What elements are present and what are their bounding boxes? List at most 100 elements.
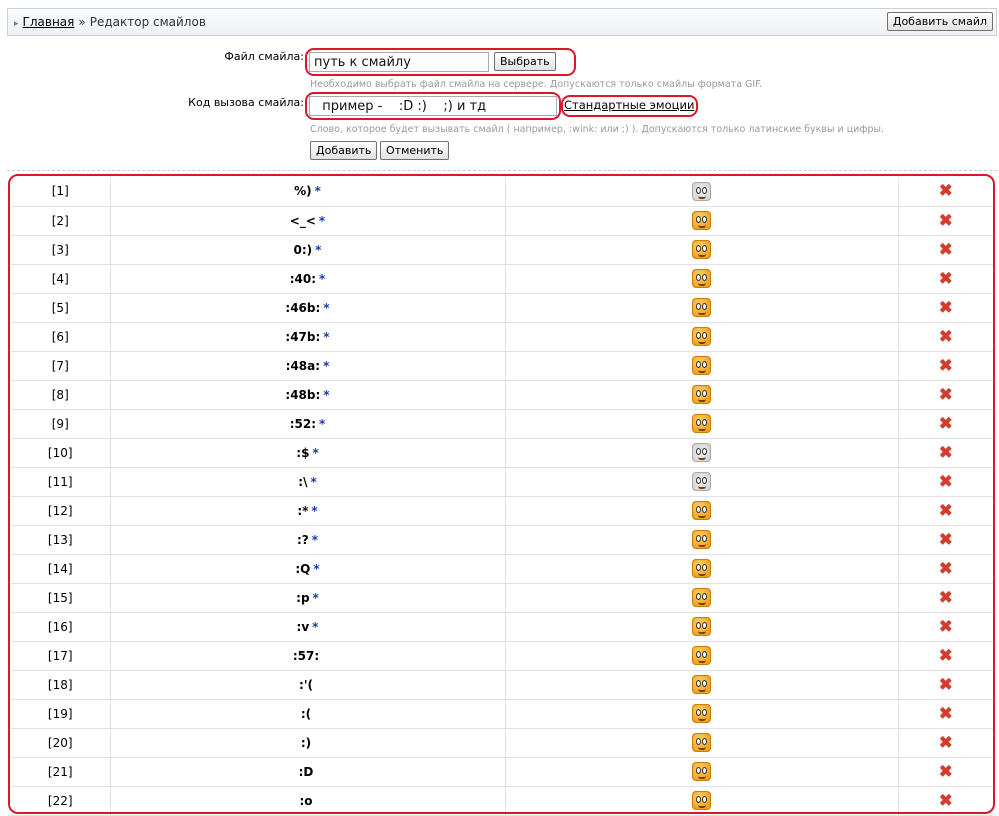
- table-row: [5]:46b: * ✖: [11, 293, 993, 323]
- file-label: Файл смайла:: [224, 50, 304, 63]
- row-number: [3]: [11, 235, 110, 265]
- row-number: [17]: [11, 641, 110, 671]
- table-row: [8]:48b: * ✖: [11, 380, 993, 410]
- delete-cell: ✖: [897, 235, 993, 265]
- delete-icon[interactable]: ✖: [939, 675, 953, 695]
- smiley-icon: [692, 327, 711, 346]
- delete-icon[interactable]: ✖: [939, 530, 953, 550]
- smiley-code-cell: :p *: [109, 583, 505, 613]
- delete-icon[interactable]: ✖: [939, 762, 953, 782]
- smiley-code-cell: :57:: [109, 641, 505, 671]
- breadcrumb: ▸ Главная» Редактор смайлов: [14, 15, 206, 29]
- add-button[interactable]: Добавить: [310, 141, 378, 160]
- default-marker: *: [313, 561, 320, 576]
- smiley-code-cell: :v *: [109, 612, 505, 642]
- row-number: [19]: [11, 699, 110, 729]
- delete-cell: ✖: [897, 438, 993, 468]
- delete-icon[interactable]: ✖: [939, 704, 953, 724]
- smiley-image-cell: [504, 757, 898, 787]
- table-row: [13]:? * ✖: [11, 525, 993, 555]
- smiley-icon: [692, 617, 711, 636]
- delete-icon[interactable]: ✖: [939, 240, 953, 260]
- breadcrumb-current: Редактор смайлов: [89, 15, 206, 29]
- delete-cell: ✖: [897, 554, 993, 584]
- smiley-wink-icon: [692, 414, 711, 433]
- delete-icon[interactable]: ✖: [939, 356, 953, 376]
- smiley-code-cell: :48b: *: [109, 380, 505, 410]
- delete-icon[interactable]: ✖: [939, 385, 953, 405]
- delete-cell: ✖: [897, 351, 993, 381]
- delete-cell: ✖: [897, 699, 993, 729]
- row-number: [22]: [11, 786, 110, 816]
- delete-icon[interactable]: ✖: [939, 617, 953, 637]
- smiley-shout-icon: [692, 791, 711, 810]
- smiley-grin-icon: [692, 762, 711, 781]
- default-marker: *: [312, 590, 319, 605]
- smiley-sad-icon: [692, 704, 711, 723]
- delete-icon[interactable]: ✖: [939, 588, 953, 608]
- delete-icon[interactable]: ✖: [939, 298, 953, 318]
- smiley-code: :47b:: [285, 329, 321, 344]
- smiley-code-cell: %) *: [109, 177, 505, 207]
- delete-cell: ✖: [897, 583, 993, 613]
- standard-emotions-link[interactable]: Стандартные эмоции: [564, 98, 694, 112]
- smiley-image-cell: [504, 786, 898, 816]
- code-input[interactable]: [309, 96, 557, 116]
- delete-icon[interactable]: ✖: [939, 269, 953, 289]
- delete-cell: ✖: [897, 641, 993, 671]
- table-row: [7]:48a: * ✖: [11, 351, 993, 381]
- delete-icon[interactable]: ✖: [939, 559, 953, 579]
- delete-icon[interactable]: ✖: [939, 443, 953, 463]
- smiley-code: :D: [298, 764, 314, 779]
- smiley-code-cell: :\ *: [109, 467, 505, 497]
- delete-cell: ✖: [897, 670, 993, 700]
- breadcrumb-home-link[interactable]: Главная: [23, 15, 75, 29]
- delete-icon[interactable]: ✖: [939, 791, 953, 811]
- row-number: [6]: [11, 322, 110, 352]
- delete-icon[interactable]: ✖: [939, 211, 953, 231]
- smiley-image-cell: [504, 525, 898, 555]
- smiley-code-cell: :* *: [109, 496, 505, 526]
- cancel-button[interactable]: Отменить: [380, 141, 450, 160]
- file-path-input[interactable]: [309, 52, 489, 72]
- smiley-table-wrap: [1]%) * ✖ [2] <_< * ✖ [3] 0:) * ✖ [4]:40: * ✖ [5]:46b:…: [11, 177, 993, 816]
- delete-icon[interactable]: ✖: [939, 472, 953, 492]
- table-row: [12]:* * ✖: [11, 496, 993, 526]
- delete-icon[interactable]: ✖: [939, 414, 953, 434]
- default-marker: *: [312, 445, 319, 460]
- delete-cell: ✖: [897, 322, 993, 352]
- smiley-table: [1]%) * ✖ [2] <_< * ✖ [3] 0:) * ✖ [4]:40: * ✖ [5]:46b:…: [11, 177, 993, 816]
- smiley-image-cell: [504, 496, 898, 526]
- smiley-code: :'(: [299, 677, 313, 692]
- delete-icon[interactable]: ✖: [939, 501, 953, 521]
- default-marker: *: [323, 387, 330, 402]
- row-number: [14]: [11, 554, 110, 584]
- smiley-code-cell: :'(: [109, 670, 505, 700]
- smiley-code: :v: [296, 619, 310, 634]
- smiley-code: 0:): [293, 242, 313, 257]
- delete-icon[interactable]: ✖: [939, 733, 953, 753]
- smiley-image-cell: [504, 467, 898, 497]
- browse-button[interactable]: Выбрать: [494, 52, 556, 71]
- delete-cell: ✖: [897, 786, 993, 816]
- smiley-image-cell: [504, 641, 898, 671]
- smiley-angel-icon: [692, 240, 711, 259]
- smiley-code-cell: :47b: *: [109, 322, 505, 352]
- delete-icon[interactable]: ✖: [939, 327, 953, 347]
- smiley-icon: [692, 385, 711, 404]
- row-number: [15]: [11, 583, 110, 613]
- delete-icon[interactable]: ✖: [939, 646, 953, 666]
- delete-icon[interactable]: ✖: [939, 181, 953, 201]
- smiley-code: :): [300, 735, 312, 750]
- default-marker: *: [310, 474, 317, 489]
- delete-cell: ✖: [897, 409, 993, 439]
- row-number: [10]: [11, 438, 110, 468]
- breadcrumb-separator: »: [78, 15, 86, 29]
- row-number: [11]: [11, 467, 110, 497]
- smiley-code: :p: [296, 590, 310, 605]
- smiley-image-cell: [504, 322, 898, 352]
- smiley-code: :57:: [292, 648, 320, 663]
- smiley-cry-icon: [692, 675, 711, 694]
- smiley-code: :o: [299, 793, 313, 808]
- add-smiley-button[interactable]: Добавить смайл: [886, 12, 993, 31]
